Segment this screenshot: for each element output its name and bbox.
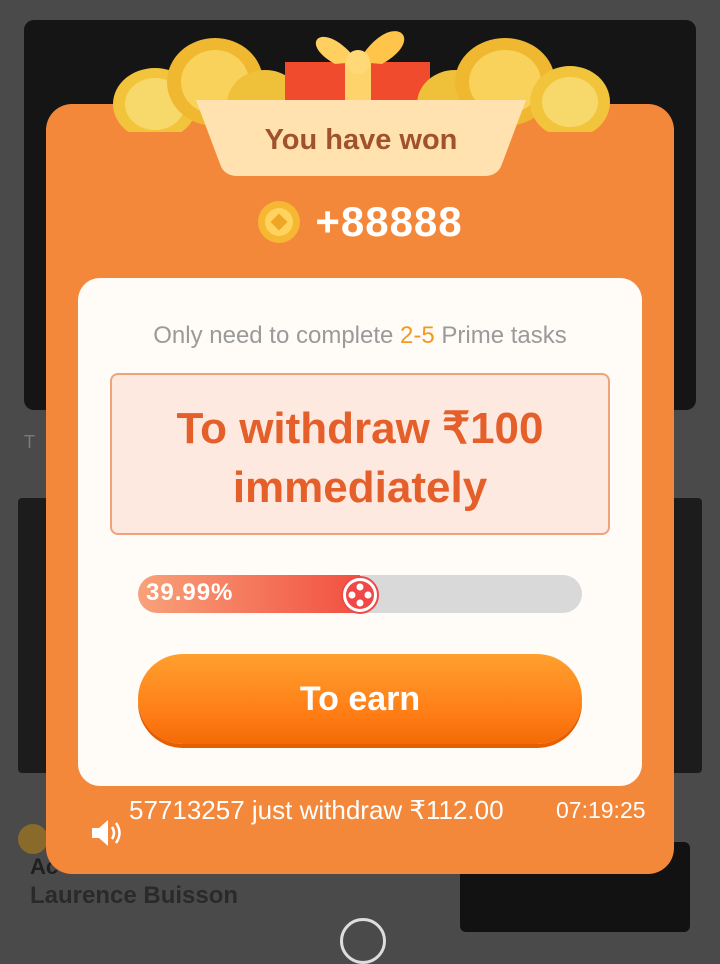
withdraw-ticker-time: 07:19:25 (556, 797, 646, 823)
reward-amount: +88888 (315, 198, 463, 245)
avatar (18, 824, 48, 854)
background-author-name: Laurence Buisson (30, 882, 239, 909)
reward-amount-row: +88888 (0, 198, 720, 246)
tasks-suffix: Prime tasks (434, 322, 567, 349)
speaker-icon (92, 820, 121, 846)
withdraw-offer-box: To withdraw ₹100 immediately (110, 373, 610, 535)
withdraw-ticker-text: 57713257 just withdraw ₹112.00 (129, 795, 504, 825)
background-play-button (340, 918, 386, 964)
task-card: Only need to complete 2-5 Prime tasks To… (78, 278, 642, 786)
tasks-requirement: Only need to complete 2-5 Prime tasks (78, 322, 642, 350)
withdraw-amount-text: To withdraw ₹100 (176, 404, 544, 453)
tasks-count-highlight: 2-5 (400, 322, 435, 349)
coin-icon (258, 201, 301, 243)
tasks-prefix: Only need to complete (153, 322, 401, 349)
withdraw-immediately-text: immediately (232, 463, 488, 512)
to-earn-button[interactable]: To earn (138, 654, 582, 744)
popup-title: You have won (264, 124, 458, 156)
background-caption: T (24, 432, 35, 452)
progress-knob-icon (341, 576, 379, 614)
progress-label: 39.99% (146, 579, 234, 606)
